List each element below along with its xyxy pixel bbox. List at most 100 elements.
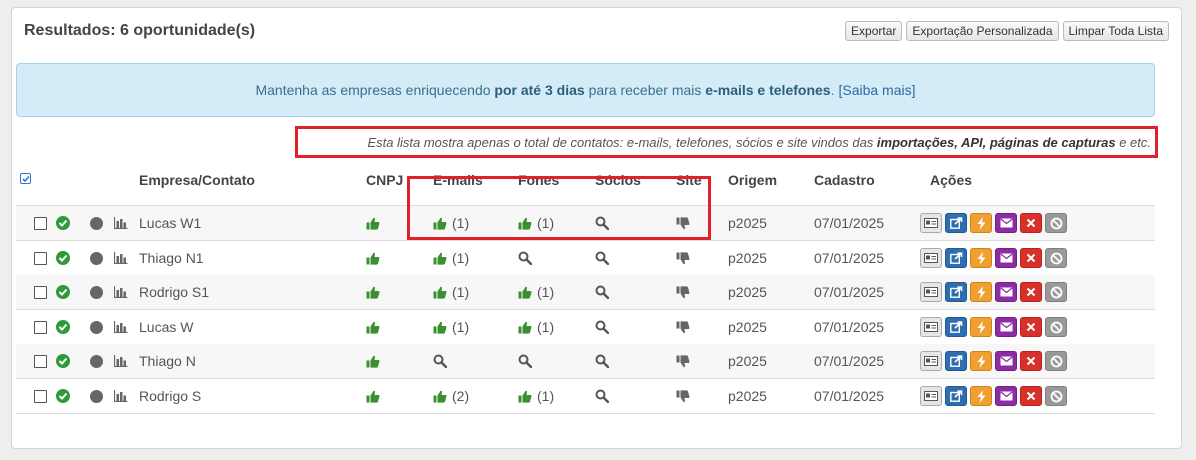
thumbs-up-icon — [433, 286, 447, 299]
envelope-icon — [999, 322, 1013, 332]
delete-icon — [1026, 322, 1036, 332]
bolt-button[interactable] — [970, 213, 992, 233]
ban-icon — [1050, 252, 1062, 264]
bolt-button[interactable] — [970, 317, 992, 337]
cnpj-cell — [366, 206, 380, 240]
thumbs-down-icon — [676, 285, 690, 299]
company-name[interactable]: Thiago N — [139, 344, 196, 378]
envelope-button[interactable] — [995, 282, 1017, 302]
status-dot-icon — [90, 286, 103, 299]
ban-button[interactable] — [1045, 213, 1067, 233]
thumbs-up-icon — [518, 286, 532, 299]
ban-button[interactable] — [1045, 248, 1067, 268]
ban-icon — [1050, 286, 1062, 298]
learn-more-link[interactable]: [Saiba mais] — [838, 82, 915, 98]
delete-button[interactable] — [1020, 213, 1042, 233]
delete-button[interactable] — [1020, 248, 1042, 268]
id-card-button[interactable] — [920, 386, 942, 406]
id-card-button[interactable] — [920, 317, 942, 337]
id-card-button[interactable] — [920, 213, 942, 233]
share-button[interactable] — [945, 282, 967, 302]
bolt-button[interactable] — [970, 248, 992, 268]
row-checkbox[interactable] — [34, 252, 47, 265]
company-name[interactable]: Thiago N1 — [139, 241, 204, 275]
share-button[interactable] — [945, 248, 967, 268]
socios-cell — [595, 275, 609, 309]
row-checkbox[interactable] — [34, 217, 47, 230]
envelope-button[interactable] — [995, 248, 1017, 268]
company-name[interactable]: Lucas W — [139, 310, 193, 344]
bolt-button[interactable] — [970, 282, 992, 302]
row-actions — [920, 248, 1067, 268]
ban-button[interactable] — [1045, 317, 1067, 337]
export-button[interactable]: Exportar — [845, 21, 903, 41]
bolt-button[interactable] — [970, 351, 992, 371]
bar-chart-icon[interactable] — [114, 286, 128, 298]
envelope-button[interactable] — [995, 317, 1017, 337]
share-button[interactable] — [945, 317, 967, 337]
delete-button[interactable] — [1020, 351, 1042, 371]
search-icon — [595, 251, 609, 265]
envelope-button[interactable] — [995, 386, 1017, 406]
bar-chart-icon[interactable] — [114, 252, 128, 264]
bar-chart-icon[interactable] — [114, 217, 128, 229]
row-actions — [920, 213, 1067, 233]
socios-cell — [595, 310, 609, 344]
delete-button[interactable] — [1020, 386, 1042, 406]
delete-button[interactable] — [1020, 282, 1042, 302]
search-icon — [595, 389, 609, 403]
row-checkbox[interactable] — [34, 390, 47, 403]
company-name[interactable]: Rodrigo S1 — [139, 275, 209, 309]
select-all-checkbox[interactable] — [20, 173, 31, 184]
share-button[interactable] — [945, 213, 967, 233]
clear-list-button[interactable]: Limpar Toda Lista — [1062, 21, 1169, 41]
ban-button[interactable] — [1045, 386, 1067, 406]
socios-cell — [595, 379, 609, 413]
col-cnpj-header[interactable]: CNPJ — [366, 172, 403, 188]
thumbs-up-icon — [366, 321, 380, 334]
cnpj-cell — [366, 241, 380, 275]
ban-icon — [1050, 390, 1062, 402]
share-icon — [949, 286, 962, 298]
row-checkbox[interactable] — [34, 286, 47, 299]
site-cell — [676, 310, 690, 344]
id-card-button[interactable] — [920, 282, 942, 302]
col-origem-header[interactable]: Origem — [728, 172, 777, 188]
company-name[interactable]: Rodrigo S — [139, 379, 201, 413]
bar-chart-icon[interactable] — [114, 390, 128, 402]
share-button[interactable] — [945, 386, 967, 406]
row-actions — [920, 386, 1067, 406]
envelope-button[interactable] — [995, 351, 1017, 371]
status-dot-icon — [90, 252, 103, 265]
bar-chart-icon[interactable] — [114, 355, 128, 367]
thumbs-down-icon — [676, 251, 690, 265]
emails-count: (1) — [452, 250, 470, 266]
emails-cell: (1) — [433, 241, 469, 275]
fones-count: (1) — [537, 319, 555, 335]
row-checkbox[interactable] — [34, 321, 47, 334]
fones-count: (1) — [537, 284, 555, 300]
id-card-button[interactable] — [920, 351, 942, 371]
delete-button[interactable] — [1020, 317, 1042, 337]
delete-icon — [1026, 287, 1036, 297]
thumbs-up-icon — [366, 390, 380, 403]
bolt-button[interactable] — [970, 386, 992, 406]
search-icon — [433, 354, 447, 368]
bar-chart-icon[interactable] — [114, 321, 128, 333]
company-name[interactable]: Lucas W1 — [139, 206, 201, 240]
col-empresa-header[interactable]: Empresa/Contato — [139, 172, 255, 188]
note-text-2: e etc. — [1115, 134, 1151, 150]
col-cadastro-header[interactable]: Cadastro — [814, 172, 875, 188]
status-dot-icon — [90, 217, 103, 230]
emails-cell — [433, 344, 447, 378]
ban-button[interactable] — [1045, 282, 1067, 302]
id-card-button[interactable] — [920, 248, 942, 268]
custom-export-button[interactable]: Exportação Personalizada — [906, 21, 1059, 41]
ban-button[interactable] — [1045, 351, 1067, 371]
thumbs-down-icon — [676, 320, 690, 334]
envelope-button[interactable] — [995, 213, 1017, 233]
row-checkbox[interactable] — [34, 355, 47, 368]
emails-count: (1) — [452, 319, 470, 335]
share-button[interactable] — [945, 351, 967, 371]
bolt-icon — [977, 251, 985, 265]
